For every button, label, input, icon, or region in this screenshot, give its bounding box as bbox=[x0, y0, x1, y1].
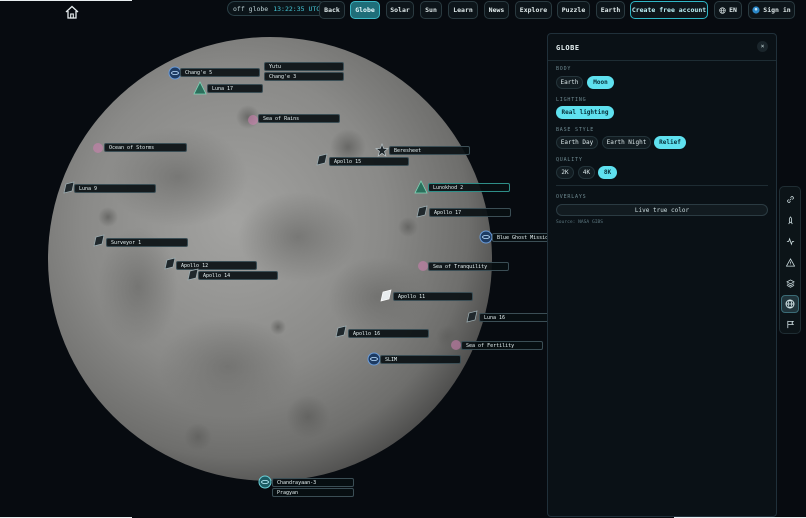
mare-marker-icon bbox=[93, 143, 103, 153]
marker-label: Apollo 15 bbox=[329, 157, 409, 166]
warning-icon[interactable] bbox=[782, 254, 798, 270]
orbit-marker-icon bbox=[479, 230, 493, 244]
quality-2k-chip[interactable]: 2K bbox=[556, 166, 574, 179]
marker-label: Sea of Fertility bbox=[461, 341, 543, 350]
real-lighting-chip[interactable]: Real lighting bbox=[556, 106, 614, 119]
marker-label: Luna 17 bbox=[207, 84, 263, 93]
lander-marker-icon bbox=[416, 205, 428, 218]
quality-section-label: QUALITY bbox=[556, 157, 583, 163]
panel-section-divider bbox=[556, 185, 768, 186]
marker-label: Sea of Rains bbox=[258, 114, 340, 123]
base-earth-day-chip[interactable]: Earth Day bbox=[556, 136, 598, 149]
quality-4k-chip[interactable]: 4K bbox=[578, 166, 595, 179]
marker-label: Apollo 17 bbox=[429, 208, 511, 217]
nav-sun-button[interactable]: Sun bbox=[420, 1, 442, 19]
nav-explore-button[interactable]: Explore bbox=[515, 1, 552, 19]
sign-in-button[interactable]: Sign in bbox=[748, 1, 795, 19]
nav-learn-button[interactable]: Learn bbox=[448, 1, 478, 19]
orbit-marker-icon bbox=[367, 352, 381, 366]
star-marker-icon bbox=[375, 143, 389, 157]
nav-back-button[interactable]: Back bbox=[319, 1, 345, 19]
marker-label: Chang'e 5 bbox=[180, 68, 260, 77]
marker-label: Apollo 11 bbox=[393, 292, 473, 301]
flag-icon[interactable] bbox=[782, 316, 798, 332]
link-icon[interactable] bbox=[782, 191, 798, 207]
lander-marker-icon bbox=[380, 289, 392, 302]
marker-label: Surveyor 1 bbox=[106, 238, 188, 247]
nav-puzzle-button[interactable]: Puzzle bbox=[557, 1, 590, 19]
base-relief-chip[interactable]: Relief bbox=[654, 136, 686, 149]
sign-in-label: Sign in bbox=[763, 6, 791, 14]
lighting-section-label: LIGHTING bbox=[556, 97, 587, 103]
user-avatar-icon bbox=[752, 6, 760, 14]
utc-clock: off globe 13:22:35 UTC bbox=[227, 1, 327, 16]
quality-8k-chip[interactable]: 8K bbox=[598, 166, 617, 179]
nav-solar-button[interactable]: Solar bbox=[386, 1, 414, 19]
top-edge-line bbox=[0, 0, 132, 1]
create-account-button[interactable]: Create free account bbox=[630, 1, 708, 19]
body-section-label: BODY bbox=[556, 66, 572, 72]
marker-label: Apollo 14 bbox=[198, 271, 278, 280]
base-style-section-label: BASE STYLE bbox=[556, 127, 595, 133]
clock-time: 13:22:35 UTC bbox=[273, 4, 321, 13]
lander-marker-icon bbox=[93, 234, 105, 247]
marker-label: Chandrayaan-3 bbox=[272, 478, 354, 487]
lander-marker-icon bbox=[316, 153, 328, 166]
language-globe-icon bbox=[719, 6, 726, 14]
triangle-marker-icon bbox=[414, 180, 428, 194]
nav-globe-button[interactable]: Globe bbox=[350, 1, 380, 19]
globe-icon[interactable] bbox=[781, 295, 799, 313]
home-icon[interactable] bbox=[64, 4, 80, 20]
body-earth-chip[interactable]: Earth bbox=[556, 76, 583, 89]
overlay-source-note: Source: NASA GIBS bbox=[556, 220, 604, 225]
marker-yutu-label[interactable]: Yutu bbox=[264, 62, 344, 71]
base-earth-night-chip[interactable]: Earth Night bbox=[602, 136, 651, 149]
lander-marker-icon bbox=[164, 257, 176, 270]
nav-news-button[interactable]: News bbox=[484, 1, 509, 19]
panel-divider bbox=[548, 60, 776, 61]
rocket-icon[interactable] bbox=[782, 212, 798, 228]
lander-marker-icon bbox=[335, 325, 347, 338]
close-icon[interactable]: × bbox=[757, 41, 768, 52]
activity-icon[interactable] bbox=[782, 233, 798, 249]
orbit-marker-icon bbox=[258, 475, 272, 489]
triangle-marker-icon bbox=[193, 81, 207, 95]
marker-label: Beresheet bbox=[389, 146, 470, 155]
marker-label: Ocean of Storms bbox=[104, 143, 187, 152]
marker-label: Lunokhod 2 bbox=[428, 183, 510, 192]
marker-change3-label[interactable]: Chang'e 3 bbox=[264, 72, 344, 81]
side-toolbar bbox=[779, 186, 801, 334]
marker-label: SLIM bbox=[380, 355, 461, 364]
marker-label: Apollo 16 bbox=[348, 329, 429, 338]
overlays-section-label: OVERLAYS bbox=[556, 194, 587, 200]
panel-title: GLOBE bbox=[556, 44, 580, 52]
nav-earth-button[interactable]: Earth bbox=[596, 1, 625, 19]
marker-label: Sea of Tranquility bbox=[428, 262, 509, 271]
marker-pragyan-label[interactable]: Pragyan bbox=[272, 488, 354, 497]
language-label: EN bbox=[729, 6, 737, 14]
body-moon-chip[interactable]: Moon bbox=[587, 76, 614, 89]
globe-settings-panel: GLOBE × BODY Earth Moon LIGHTING Real li… bbox=[547, 33, 777, 517]
language-button[interactable]: EN bbox=[714, 1, 742, 19]
clock-label: off globe bbox=[233, 4, 269, 13]
lander-marker-icon bbox=[466, 310, 478, 323]
marker-label: Luna 9 bbox=[74, 184, 156, 193]
layers-icon[interactable] bbox=[782, 275, 798, 291]
live-true-color-button[interactable]: Live true color bbox=[556, 204, 768, 216]
